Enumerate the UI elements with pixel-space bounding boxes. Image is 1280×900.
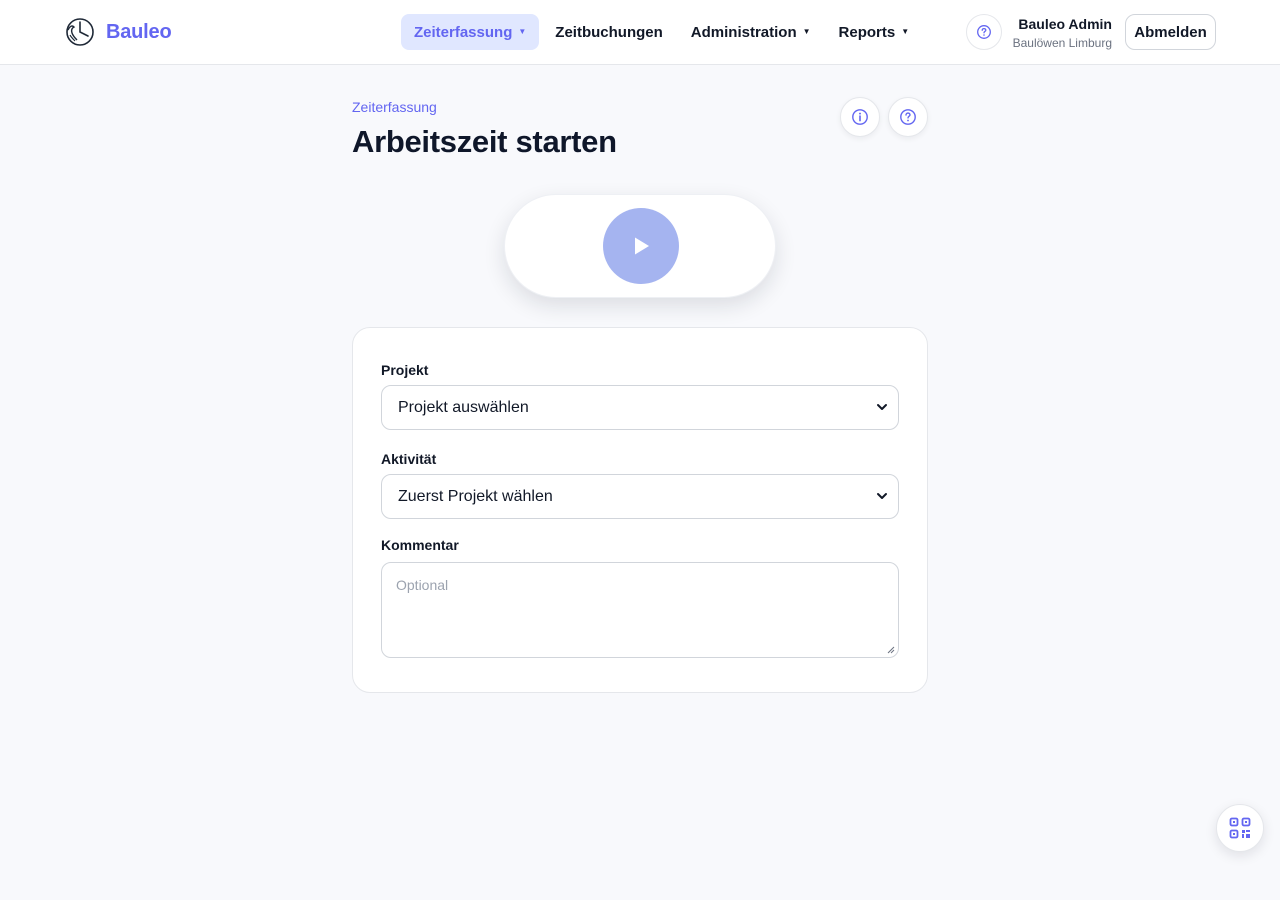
play-icon <box>635 237 649 255</box>
brand-name: Bauleo <box>106 20 172 43</box>
nav-item-label: Zeiterfassung <box>414 23 513 41</box>
user-info: Bauleo Admin Baulöwen Limburg <box>1013 15 1112 52</box>
user-name: Bauleo Admin <box>1018 16 1112 32</box>
nav-item-label: Reports <box>838 23 896 41</box>
info-button[interactable] <box>840 97 880 137</box>
nav-item-zeitbuchungen[interactable]: Zeitbuchungen <box>543 14 675 50</box>
page-title: Arbeitszeit starten <box>352 124 617 159</box>
nav-item-label: Zeitbuchungen <box>555 23 663 41</box>
nav-item-label: Administration <box>690 23 797 41</box>
caret-down-icon: ▼ <box>901 27 910 36</box>
caret-down-icon: ▼ <box>802 27 811 36</box>
header-help-button[interactable] <box>966 14 1002 50</box>
start-timer-button[interactable] <box>603 208 679 284</box>
brand[interactable]: Bauleo <box>64 16 172 48</box>
chevron-down-icon <box>877 493 887 499</box>
info-circle-icon <box>852 109 868 125</box>
logout-button[interactable]: Abmelden <box>1125 14 1216 50</box>
activity-label: Aktivität <box>381 451 437 467</box>
qr-code-icon <box>1229 817 1251 839</box>
nav-item-administration[interactable]: Administration ▼ <box>679 14 823 50</box>
comment-placeholder: Optional <box>396 577 449 593</box>
question-circle-icon <box>900 109 916 125</box>
main-nav: Zeiterfassung ▼ Zeitbuchungen Administra… <box>401 14 925 50</box>
start-timer-panel <box>504 194 776 298</box>
qr-scan-button[interactable] <box>1216 804 1264 852</box>
activity-select-value: Zuerst Projekt wählen <box>398 487 553 505</box>
comment-label: Kommentar <box>381 537 459 553</box>
chevron-down-icon <box>877 404 887 410</box>
user-organization: Baulöwen Limburg <box>1012 36 1112 50</box>
project-select[interactable]: Projekt auswählen <box>381 385 899 430</box>
question-circle-icon <box>977 25 991 39</box>
project-label: Projekt <box>381 362 429 378</box>
nav-item-zeiterfassung[interactable]: Zeiterfassung ▼ <box>401 14 540 50</box>
help-button[interactable] <box>888 97 928 137</box>
activity-select[interactable]: Zuerst Projekt wählen <box>381 474 899 519</box>
breadcrumb: Zeiterfassung <box>352 99 437 115</box>
comment-textarea[interactable]: Optional <box>381 562 899 658</box>
time-entry-form: Projekt Projekt auswählen Aktivität Zuer… <box>352 327 928 693</box>
nav-item-reports[interactable]: Reports ▼ <box>827 14 922 50</box>
resize-handle-icon[interactable] <box>887 646 895 654</box>
lion-logo-icon <box>66 18 94 46</box>
caret-down-icon: ▼ <box>518 27 527 36</box>
project-select-value: Projekt auswählen <box>398 398 529 416</box>
top-navbar: Bauleo Zeiterfassung ▼ Zeitbuchungen Adm… <box>0 0 1280 65</box>
